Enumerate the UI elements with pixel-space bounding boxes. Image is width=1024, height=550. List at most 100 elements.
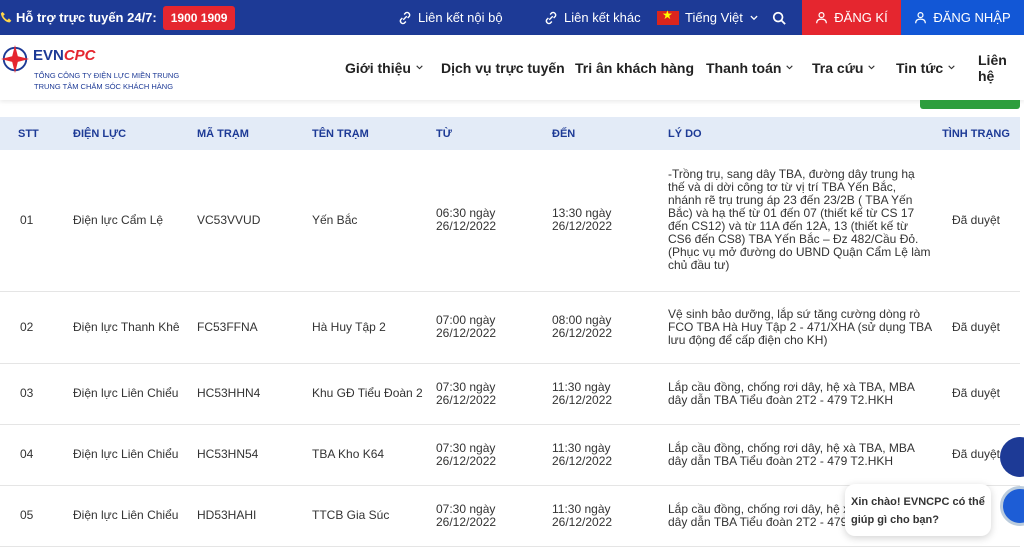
cell-stt: 05 [20,508,34,522]
header-tu: TỪ [436,127,452,140]
nav-item-lien-he[interactable]: Liên hệ [978,35,1024,100]
chevron-down-icon [750,15,758,20]
cell-ten-tram: Hà Huy Tập 2 [312,319,386,334]
evn-star-logo-icon [0,44,30,74]
chat-greeting-bubble[interactable]: Xin chào! EVNCPC có thể giúp gì cho bạn? [845,484,991,536]
language-select[interactable]: Tiếng Việt [657,0,759,35]
header-stt: STT [18,127,39,140]
cell-tinh-trang: Đã duyệt [951,212,1001,227]
other-link[interactable]: Liên kết khác [544,0,641,35]
cell-tu: 07:30 ngày 26/12/2022 [436,379,497,407]
header-ten-tram: TÊN TRẠM [312,127,369,140]
nav-item-tin-tuc[interactable]: Tin tức [896,35,956,100]
cell-tu: 07:00 ngày 26/12/2022 [436,313,497,340]
cell-ma-tram: HD53HAHI [197,508,257,522]
login-button[interactable]: ĐĂNG NHẬP [901,0,1024,35]
site-header: EVNCPC TỔNG CÔNG TY ĐIỆN LỰC MIỀN TRUNG … [0,35,1024,100]
chevron-down-icon [948,65,955,70]
cell-den: 11:30 ngày 26/12/2022 [552,440,613,468]
brand-name: EVNCPC [33,47,96,64]
cell-dien-luc: Điện lực Liên Chiểu [73,508,179,522]
nav-item-dich-vu[interactable]: Dịch vụ trực tuyến [441,35,565,100]
hotline-number[interactable]: 1900 1909 [162,5,236,30]
register-button[interactable]: ĐĂNG KÍ [802,0,901,35]
nav-item-gioi-thieu[interactable]: Giới thiệu [345,35,424,100]
table-row: 04 Điện lực Liên Chiểu HC53HN54 TBA Kho … [0,424,1020,485]
nav-label: Giới thiệu [345,59,411,76]
header-ma-tram: MÃ TRẠM [197,127,249,140]
hotline-label: Hỗ trợ trực tuyến 24/7: [16,10,157,25]
cell-ma-tram: VC53VVUD [197,212,261,227]
header-den: ĐẾN [552,127,576,140]
cell-den: 11:30 ngày 26/12/2022 [552,379,613,407]
language-label: Tiếng Việt [685,10,743,25]
phone-icon [0,11,12,23]
table-row: 01 Điện lực Cẩm Lệ VC53VVUD Yến Bắc 06:3… [0,150,1020,291]
internal-link-label: Liên kết nội bộ [418,10,503,25]
link-icon [399,11,411,24]
nav-item-tra-cuu[interactable]: Tra cứu [812,35,876,100]
outage-table: STT ĐIỆN LỰC MÃ TRẠM TÊN TRẠM TỪ ĐẾN LÝ … [0,117,1020,547]
cell-ten-tram: Khu GĐ Tiểu Đoàn 2 [312,386,423,400]
login-label: ĐĂNG NHẬP [933,10,1011,25]
other-link-label: Liên kết khác [564,10,641,25]
chevron-down-icon [416,65,423,70]
cell-stt: 04 [20,447,34,461]
logo-subtitle-1: TỔNG CÔNG TY ĐIỆN LỰC MIỀN TRUNG [34,71,180,80]
green-action-button[interactable] [920,100,1020,109]
vietnam-flag-icon [657,8,679,25]
internal-link[interactable]: Liên kết nội bộ [398,0,503,35]
cell-dien-luc: Điện lực Liên Chiểu [73,447,179,461]
nav-label: Thanh toán [706,59,782,76]
header-dien-luc: ĐIỆN LỰC [73,127,127,140]
nav-label: Liên hệ [978,51,1007,84]
cell-ma-tram: HC53HHN4 [197,386,261,400]
cell-ly-do: Lắp cầu đồng, chống rơi dây, hệ xà TBA, … [668,440,915,468]
cell-stt: 03 [20,386,34,400]
logo[interactable]: EVNCPC TỔNG CÔNG TY ĐIỆN LỰC MIỀN TRUNG … [0,41,190,96]
table-row: 02 Điện lực Thanh Khê FC53FFNA Hà Huy Tậ… [0,291,1020,363]
header-tinh-trang: TÌNH TRẠNG [942,127,1010,140]
top-bar: Hỗ trợ trực tuyến 24/7: 1900 1909 Liên k… [0,0,1024,35]
nav-label: Tri ân khách hàng [575,59,695,76]
cell-tinh-trang: Đã duyệt [951,319,1001,334]
cell-dien-luc: Điện lực Thanh Khê [73,319,180,334]
cell-stt: 02 [20,319,34,334]
cell-ma-tram: HC53HN54 [197,447,259,461]
cell-den: 11:30 ngày 26/12/2022 [552,501,613,529]
cell-dien-luc: Điện lực Liên Chiểu [73,386,179,400]
search-icon [772,11,786,25]
cell-dien-luc: Điện lực Cẩm Lệ [73,212,164,227]
cell-ten-tram: TTCB Gia Súc [312,508,390,522]
cell-ma-tram: FC53FFNA [197,319,258,334]
nav-item-thanh-toan[interactable]: Thanh toán [706,35,794,100]
chevron-down-icon [786,65,794,70]
logo-subtitle-2: TRUNG TÂM CHĂM SÓC KHÁCH HÀNG [34,82,174,91]
chevron-down-icon [868,65,876,70]
link-icon [545,11,557,24]
header-ly-do: LÝ DO [668,127,702,140]
nav-item-tri-an[interactable]: Tri ân khách hàng [575,35,694,100]
cell-tu: 07:30 ngày 26/12/2022 [436,501,497,529]
cell-den: 08:00 ngày 26/12/2022 [552,313,613,340]
cell-ly-do: Vệ sinh bảo dưỡng, lắp sứ tăng cường dòn… [668,306,932,347]
cell-tu: 06:30 ngày 26/12/2022 [436,206,497,234]
cell-ly-do: Lắp cầu đồng, chống rơi dây, hệ xà TBA, … [668,379,915,407]
table-header-row: STT ĐIỆN LỰC MÃ TRẠM TÊN TRẠM TỪ ĐẾN LÝ … [0,117,1020,150]
cell-ly-do: -Trồng trụ, sang dây TBA, đường dây trun… [668,167,931,273]
nav-label: Tin tức [896,59,944,76]
hotline: Hỗ trợ trực tuyến 24/7: 1900 1909 [0,0,236,35]
user-icon [915,12,927,24]
user-icon [816,12,828,24]
cell-tinh-trang: Đã duyệt [951,386,1001,400]
search-button[interactable] [772,0,786,35]
nav-label: Tra cứu [812,59,864,76]
register-label: ĐĂNG KÍ [834,10,888,25]
cell-ten-tram: TBA Kho K64 [312,447,385,461]
table-row: 03 Điện lực Liên Chiểu HC53HHN4 Khu GĐ T… [0,363,1020,424]
cell-stt: 01 [20,212,34,227]
cell-den: 13:30 ngày 26/12/2022 [552,206,613,234]
cell-tu: 07:30 ngày 26/12/2022 [436,440,497,468]
brand-main: EVN [33,47,64,64]
brand-accent: CPC [63,47,96,64]
